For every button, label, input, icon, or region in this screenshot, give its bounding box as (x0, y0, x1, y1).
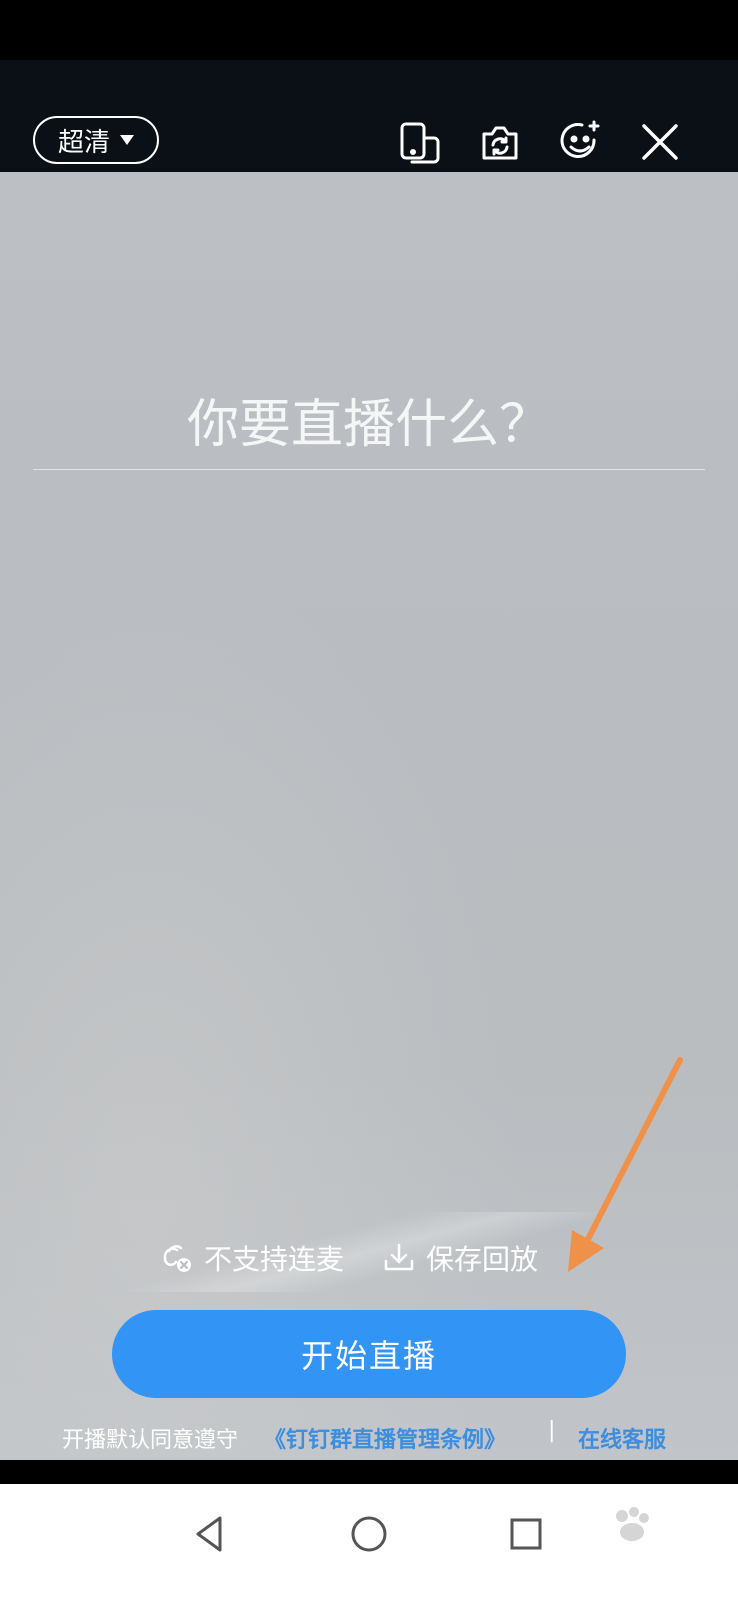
no-connect-label: 不支持连麦 (204, 1243, 345, 1276)
bottom-strip (0, 1460, 738, 1484)
close-icon[interactable] (636, 118, 684, 166)
footer-divider: | (548, 1418, 556, 1443)
switch-orientation-icon[interactable] (396, 118, 444, 166)
start-live-button[interactable]: 开始直播 (112, 1310, 626, 1398)
status-bar (0, 0, 738, 60)
live-title-input[interactable] (33, 380, 705, 470)
save-replay-option[interactable]: 保存回放 (382, 1238, 538, 1278)
quality-label: 超清 (57, 127, 110, 158)
no-connect-option[interactable]: 不支持连麦 (160, 1238, 344, 1278)
quality-selector-button[interactable]: 超清 (33, 116, 159, 164)
footer-agreement: 开播默认同意遵守 《钉钉群直播管理条例》 | 在线客服 (0, 1416, 738, 1456)
back-icon[interactable] (182, 1504, 242, 1564)
flip-camera-icon[interactable] (476, 118, 524, 166)
beauty-face-icon[interactable] (556, 118, 604, 166)
download-icon (384, 1243, 414, 1271)
rules-link[interactable]: 《钉钉群直播管理条例》 (264, 1422, 506, 1454)
start-live-label: 开始直播 (300, 1337, 437, 1375)
agreement-text: 开播默认同意遵守 (62, 1428, 239, 1453)
caret-down-icon (120, 135, 134, 145)
recents-icon[interactable] (496, 1504, 556, 1564)
online-service-link[interactable]: 在线客服 (578, 1422, 666, 1454)
no-connect-icon (163, 1245, 191, 1272)
save-replay-label: 保存回放 (426, 1243, 539, 1276)
watermark-logo-icon (616, 1507, 649, 1541)
annotation-arrow-icon (568, 1057, 683, 1272)
home-icon[interactable] (339, 1504, 399, 1564)
